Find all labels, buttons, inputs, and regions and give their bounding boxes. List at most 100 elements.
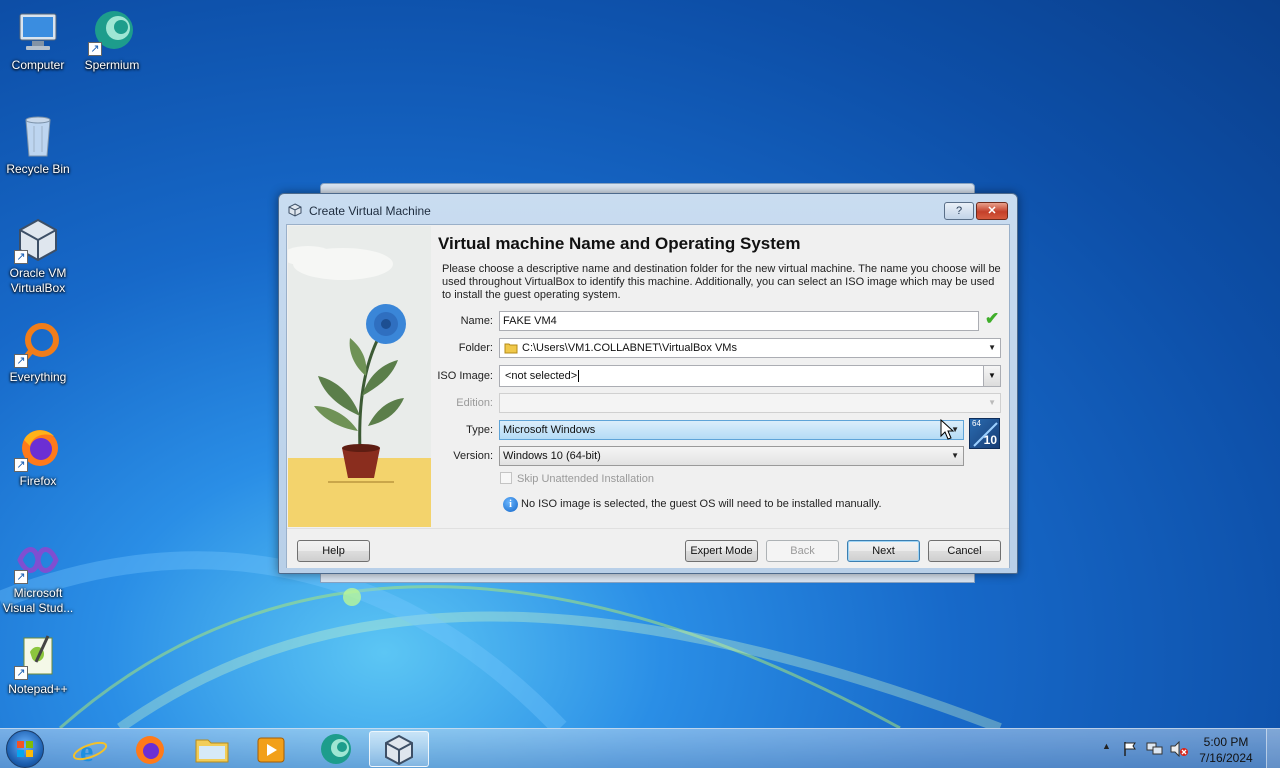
- desktop-icon-computer[interactable]: Computer: [0, 8, 76, 73]
- help-button[interactable]: Help: [297, 540, 370, 562]
- desktop-icon-recycle-bin[interactable]: Recycle Bin: [0, 112, 76, 177]
- taskbar-firefox[interactable]: [122, 731, 178, 767]
- desktop-icon-label: Microsoft Visual Stud...: [2, 586, 74, 615]
- spermium-icon: [321, 734, 351, 764]
- svg-text:e: e: [80, 735, 93, 767]
- file-explorer-icon: [195, 739, 229, 763]
- internet-explorer-icon: e: [72, 735, 108, 768]
- firefox-icon: ↗: [14, 424, 62, 472]
- type-combobox[interactable]: Microsoft Windows ▼: [499, 420, 964, 440]
- dialog-titlebar[interactable]: Create Virtual Machine ? ✕: [279, 194, 1017, 224]
- mouse-cursor-icon: [940, 419, 955, 440]
- shortcut-arrow-icon: ↗: [14, 250, 28, 264]
- back-button[interactable]: Back: [766, 540, 839, 562]
- chevron-down-icon: ▼: [988, 343, 996, 352]
- shortcut-arrow-icon: ↗: [88, 42, 102, 56]
- folder-label: Folder:: [458, 342, 493, 354]
- desktop-icon-spermium[interactable]: ↗ Spermium: [74, 8, 150, 73]
- desktop-icon-label: Everything: [9, 370, 67, 384]
- chevron-down-icon: ▼: [988, 398, 996, 407]
- page-description: Please choose a descriptive name and des…: [442, 263, 1001, 301]
- os-version-label: 10: [983, 433, 997, 447]
- title-close-button[interactable]: ✕: [976, 202, 1008, 220]
- iso-image-combobox[interactable]: <not selected> ▼: [499, 365, 1001, 387]
- info-message-text: No ISO image is selected, the guest OS w…: [521, 498, 882, 510]
- name-valid-check-icon: ✔: [985, 309, 1000, 328]
- version-label: Version:: [453, 450, 493, 462]
- taskbar-media-player[interactable]: [244, 731, 300, 767]
- recycle-bin-icon: [14, 112, 62, 160]
- type-value: Microsoft Windows: [503, 424, 596, 436]
- clock-time: 5:00 PM: [1203, 735, 1249, 749]
- desktop-icon-visual-studio[interactable]: ↗ Microsoft Visual Stud...: [0, 536, 76, 616]
- version-combobox[interactable]: Windows 10 (64-bit) ▼: [499, 446, 964, 466]
- skip-unattended-checkbox[interactable]: Skip Unattended Installation: [500, 472, 654, 485]
- desktop-icon-label: Firefox: [19, 474, 57, 488]
- volume-muted-icon[interactable]: [1170, 741, 1188, 757]
- spermium-icon: ↗: [88, 8, 136, 56]
- edition-combobox[interactable]: ▼: [499, 393, 1001, 413]
- dialog-title: Create Virtual Machine: [309, 204, 431, 218]
- show-hidden-icons-chevron-icon[interactable]: ▲: [1102, 741, 1111, 751]
- create-vm-dialog: Create Virtual Machine ? ✕ Virtual machi…: [278, 193, 1018, 574]
- virtualbox-icon: [288, 203, 302, 217]
- shortcut-arrow-icon: ↗: [14, 570, 28, 584]
- taskbar-virtualbox[interactable]: [369, 731, 429, 767]
- virtualbox-icon: [385, 734, 413, 766]
- desktop-icon-virtualbox[interactable]: ↗ Oracle VM VirtualBox: [0, 216, 76, 296]
- info-message: i No ISO image is selected, the guest OS …: [503, 497, 882, 512]
- virtualbox-icon: ↗: [14, 216, 62, 264]
- name-label: Name:: [460, 315, 493, 327]
- iso-image-value: <not selected>: [505, 370, 578, 382]
- iso-dropdown-button[interactable]: ▼: [983, 365, 1001, 387]
- taskbar: e ▲ 5:00 PM 7/16/2024: [0, 728, 1280, 768]
- name-input[interactable]: FAKE VM4: [499, 311, 979, 331]
- taskbar-internet-explorer[interactable]: e: [62, 731, 118, 768]
- expert-mode-button[interactable]: Expert Mode: [685, 540, 758, 562]
- firefox-icon: [136, 736, 164, 764]
- desktop-icon-label: Spermium: [84, 58, 140, 72]
- version-value: Windows 10 (64-bit): [503, 450, 601, 462]
- visual-studio-icon: ↗: [14, 536, 62, 584]
- next-button[interactable]: Next: [847, 540, 920, 562]
- type-label: Type:: [466, 424, 493, 436]
- start-button[interactable]: [6, 730, 44, 768]
- system-tray: ▲ 5:00 PM 7/16/2024: [1090, 729, 1280, 768]
- cancel-button[interactable]: Cancel: [928, 540, 1001, 562]
- desktop-icon-notepadpp[interactable]: ↗ Notepad++: [0, 632, 76, 697]
- show-desktop-button[interactable]: [1266, 729, 1280, 768]
- chevron-down-icon: ▼: [951, 451, 959, 460]
- desktop-icon-label: Computer: [11, 58, 65, 72]
- title-help-button[interactable]: ?: [944, 202, 974, 220]
- desktop-icon-label: Oracle VM VirtualBox: [9, 266, 67, 295]
- dialog-client: Virtual machine Name and Operating Syste…: [286, 224, 1010, 568]
- edition-label: Edition:: [456, 397, 493, 409]
- computer-icon: [14, 8, 62, 56]
- everything-icon: ↗: [14, 320, 62, 368]
- desktop-icon-label: Recycle Bin: [6, 162, 70, 176]
- folder-value: C:\Users\VM1.COLLABNET\VirtualBox VMs: [522, 342, 737, 354]
- desktop-icon-label: Notepad++: [8, 682, 68, 696]
- page-heading: Virtual machine Name and Operating Syste…: [438, 234, 801, 253]
- desktop-icon-firefox[interactable]: ↗ Firefox: [0, 424, 76, 489]
- taskbar-clock[interactable]: 5:00 PM 7/16/2024: [1196, 734, 1256, 766]
- shortcut-arrow-icon: ↗: [14, 458, 28, 472]
- dialog-button-row: Help Expert Mode Back Next Cancel: [287, 528, 1009, 568]
- shortcut-arrow-icon: ↗: [14, 666, 28, 680]
- wizard-plant-illustration: [288, 226, 431, 527]
- windows-10-64bit-os-icon: 64 10: [969, 418, 1000, 449]
- info-icon: i: [503, 497, 518, 512]
- iso-image-label: ISO Image:: [437, 370, 493, 382]
- clock-date: 7/16/2024: [1199, 751, 1253, 765]
- shortcut-arrow-icon: ↗: [14, 354, 28, 368]
- notepadpp-icon: ↗: [14, 632, 62, 680]
- checkbox-box: [500, 472, 512, 484]
- taskbar-file-explorer[interactable]: [184, 731, 240, 767]
- action-center-flag-icon[interactable]: [1122, 741, 1138, 757]
- skip-unattended-label: Skip Unattended Installation: [517, 473, 654, 485]
- network-icon[interactable]: [1146, 741, 1164, 757]
- desktop-icon-everything[interactable]: ↗ Everything: [0, 320, 76, 385]
- folder-icon: [504, 343, 518, 354]
- folder-combobox[interactable]: C:\Users\VM1.COLLABNET\VirtualBox VMs ▼: [499, 338, 1001, 358]
- taskbar-spermium[interactable]: [308, 731, 364, 767]
